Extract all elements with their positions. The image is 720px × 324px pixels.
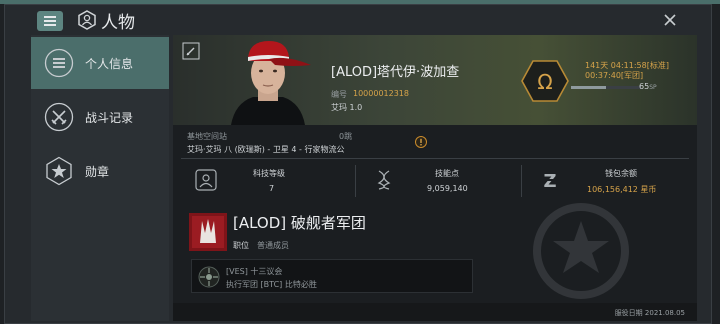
stat-divider bbox=[355, 165, 356, 197]
character-id: 10000012318 bbox=[353, 89, 409, 98]
sidebar-item-profile[interactable]: 个人信息 bbox=[31, 37, 169, 89]
stat-tech-level: 科技等级 7 bbox=[181, 163, 349, 199]
omega-time-standard: 141天 04:11:58[标准] bbox=[585, 61, 669, 70]
home-station-link[interactable]: 艾玛·艾玛 八 (欧瑞斯) - 卫星 4 - 行家物流公 bbox=[187, 144, 344, 155]
sidebar-item-combat-log[interactable]: 战斗记录 bbox=[31, 91, 169, 143]
sidebar-item-medals[interactable]: 勋章 bbox=[31, 145, 169, 197]
alliance-name: [VES] 十三议会 bbox=[226, 267, 283, 276]
character-window: 人物 个人信息 战斗记录 勋章 [ALOD]塔代伊·波加查 编号 1000001… bbox=[4, 4, 712, 324]
alliance-executor: 执行军团 [BTC] 比特必胜 bbox=[226, 280, 317, 289]
jump-count: 0跳 bbox=[339, 132, 353, 141]
character-portrait bbox=[231, 41, 311, 125]
omega-time-corp: 00:37:40[军团] bbox=[585, 71, 644, 80]
warning-icon[interactable] bbox=[415, 136, 427, 148]
title-bar: 人物 bbox=[5, 5, 713, 33]
list-icon bbox=[43, 47, 75, 79]
alliance-card[interactable]: [VES] 十三议会 执行军团 [BTC] 比特必胜 bbox=[191, 259, 473, 293]
stat-skill-points: 技能点 9,059,140 bbox=[359, 163, 527, 199]
close-icon[interactable] bbox=[661, 11, 679, 29]
profile-panel: [ALOD]塔代伊·波加查 编号 10000012318 艾玛 1.0 Ω 14… bbox=[173, 35, 697, 321]
sidebar: 个人信息 战斗记录 勋章 bbox=[31, 35, 169, 321]
sidebar-item-label: 个人信息 bbox=[85, 56, 134, 71]
stat-label: 钱包余额 bbox=[605, 169, 637, 178]
stat-label: 科技等级 bbox=[253, 169, 285, 178]
omega-timer: 141天 04:11:58[标准] 00:37:40[军团] bbox=[585, 61, 669, 81]
character-id-label: 编号 bbox=[331, 90, 347, 99]
stat-divider bbox=[521, 165, 522, 197]
corporation-role: 普通成员 bbox=[257, 241, 289, 250]
stat-label: 技能点 bbox=[435, 169, 459, 178]
isk-icon: Z bbox=[543, 171, 557, 191]
character-sheet-icon bbox=[78, 10, 96, 30]
sp-progress-fill bbox=[571, 86, 606, 89]
dna-icon bbox=[377, 170, 391, 190]
footer-bar: 服役日期 2021.08.05 bbox=[173, 303, 697, 321]
stat-value: 7 bbox=[269, 184, 275, 193]
service-date: 服役日期 2021.08.05 bbox=[614, 309, 685, 317]
sp-unit: SP bbox=[649, 84, 657, 91]
stat-wallet: Z 钱包余额 106,156,412 星币 bbox=[525, 163, 693, 199]
sidebar-item-label: 勋章 bbox=[85, 164, 110, 179]
corporation-logo[interactable] bbox=[189, 213, 227, 251]
sp-value: 65 bbox=[639, 82, 650, 91]
window-title: 人物 bbox=[101, 13, 135, 33]
character-banner: [ALOD]塔代伊·波加查 编号 10000012318 艾玛 1.0 Ω 14… bbox=[173, 35, 697, 125]
sp-counter: 65SP bbox=[639, 82, 657, 91]
svg-text:Ω: Ω bbox=[537, 70, 552, 94]
character-name: [ALOD]塔代伊·波加查 bbox=[331, 65, 460, 80]
stat-value: 106,156,412 星币 bbox=[587, 185, 657, 194]
tech-level-icon bbox=[195, 169, 217, 191]
home-station: 基地空间站 0跳 艾玛·艾玛 八 (欧瑞斯) - 卫星 4 - 行家物流公 bbox=[181, 129, 689, 159]
sidebar-item-label: 战斗记录 bbox=[85, 110, 134, 125]
corporation-role-label: 职位 bbox=[233, 241, 249, 250]
stat-value: 9,059,140 bbox=[427, 184, 468, 193]
crossed-swords-icon bbox=[43, 101, 75, 133]
corporation-name[interactable]: [ALOD] 破舰者军团 bbox=[233, 212, 366, 233]
home-station-label: 基地空间站 bbox=[187, 132, 227, 141]
omega-icon[interactable]: Ω bbox=[521, 59, 569, 103]
alliance-logo bbox=[198, 266, 220, 288]
hamburger-icon[interactable] bbox=[37, 11, 63, 31]
star-medal-icon bbox=[43, 155, 75, 187]
star-emblem-watermark bbox=[533, 203, 629, 299]
character-security-status: 艾玛 1.0 bbox=[331, 103, 363, 112]
edit-icon[interactable] bbox=[182, 42, 200, 60]
sp-progress-bar bbox=[571, 86, 641, 89]
stats-row: 科技等级 7 技能点 9,059,140 Z 钱包余额 106,156,412 bbox=[181, 163, 689, 199]
